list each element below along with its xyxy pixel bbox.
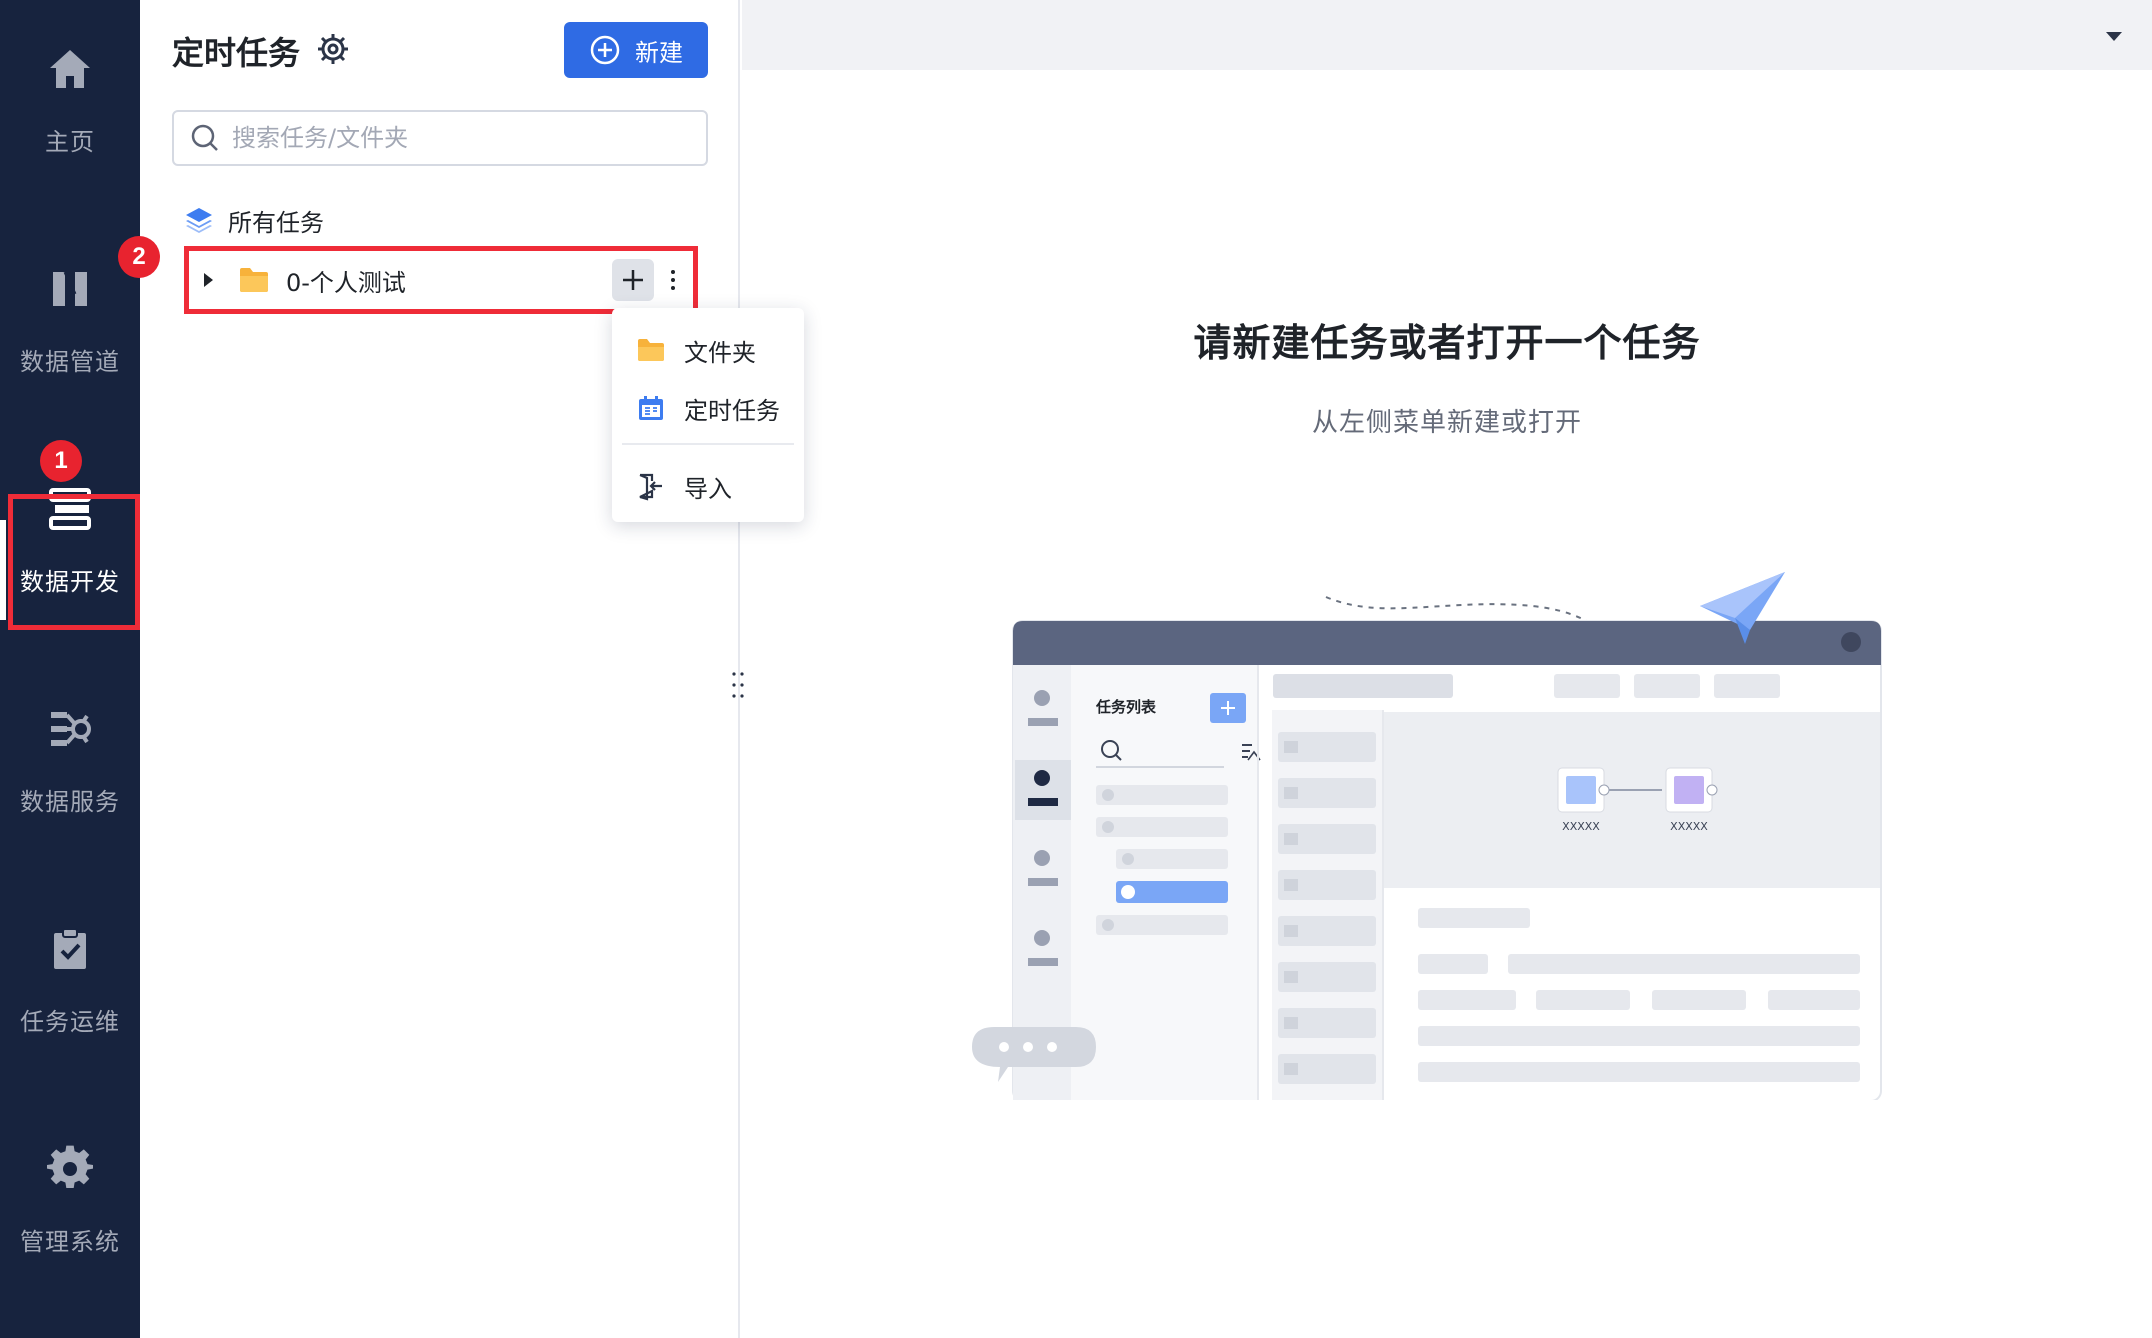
panel-resize-handle[interactable] (730, 670, 746, 700)
calendar-icon (639, 396, 663, 420)
nav-item-data-dev[interactable]: 数据开发 (0, 460, 140, 620)
left-nav: 主页 数据管道 数据开发 数据服务 任务运维 管理系统 (0, 0, 140, 1338)
folder-name: 0-个人测试 (286, 268, 406, 297)
folder-row[interactable]: 0-个人测试 (190, 254, 700, 306)
new-button[interactable]: 新建 (564, 22, 708, 78)
task-panel: 定时任务 新建 所有任务 0-个人测试 (140, 0, 740, 1338)
panel-title: 定时任务 (172, 34, 301, 72)
gear-icon (47, 1145, 93, 1188)
search-box[interactable] (172, 110, 708, 166)
search-input[interactable] (232, 124, 672, 152)
chevron-down-icon[interactable] (2100, 24, 2128, 48)
nav-label: 管理系统 (20, 1227, 120, 1256)
nav-label: 数据开发 (20, 567, 120, 596)
pipeline-icon (53, 270, 87, 306)
nav-label: 主页 (45, 127, 95, 156)
illustration-list-title: 任务列表 (1095, 698, 1157, 716)
empty-state-subtitle: 从左侧菜单新建或打开 (1311, 408, 1582, 438)
search-icon (191, 124, 218, 151)
nav-item-home[interactable]: 主页 (0, 20, 140, 180)
nav-label: 数据服务 (20, 787, 120, 816)
all-tasks-item[interactable]: 所有任务 (184, 200, 324, 240)
more-options-button[interactable] (660, 259, 686, 301)
menu-item-label: 导入 (684, 474, 732, 503)
nav-label: 任务运维 (20, 1007, 120, 1036)
step-badge-1: 1 (40, 440, 82, 482)
illustration-node-1: XXXXX (1562, 820, 1600, 833)
step-badge-2: 2 (118, 236, 160, 278)
nav-item-admin[interactable]: 管理系统 (0, 1120, 140, 1280)
dev-icon (49, 487, 91, 530)
service-icon (51, 711, 91, 746)
nav-label: 数据管道 (20, 347, 120, 376)
folder-icon (240, 268, 268, 292)
caret-right-icon[interactable] (196, 268, 220, 292)
empty-state-illustration: 任务列表 XXXXX XXXXX (972, 572, 1882, 1100)
all-tasks-label: 所有任务 (228, 208, 324, 237)
plus-icon (623, 270, 643, 290)
new-button-label: 新建 (635, 38, 683, 67)
import-icon (639, 473, 662, 501)
add-in-folder-button[interactable] (612, 259, 654, 301)
menu-separator (622, 443, 794, 445)
folder-icon (638, 339, 664, 361)
more-vertical-icon (671, 270, 675, 290)
settings-gear-icon[interactable] (316, 32, 350, 66)
illustration-node-2: XXXXX (1670, 820, 1708, 833)
nav-item-task-ops[interactable]: 任务运维 (0, 900, 140, 1060)
empty-state-title: 请新建任务或者打开一个任务 (1193, 321, 1701, 365)
plus-circle-icon (590, 35, 620, 65)
nav-item-data-service[interactable]: 数据服务 (0, 680, 140, 840)
task-ops-icon (54, 927, 86, 969)
menu-item-import[interactable]: 导入 (612, 458, 804, 514)
layers-icon (186, 208, 212, 233)
tab-bar (742, 0, 2152, 70)
home-icon (50, 49, 90, 88)
